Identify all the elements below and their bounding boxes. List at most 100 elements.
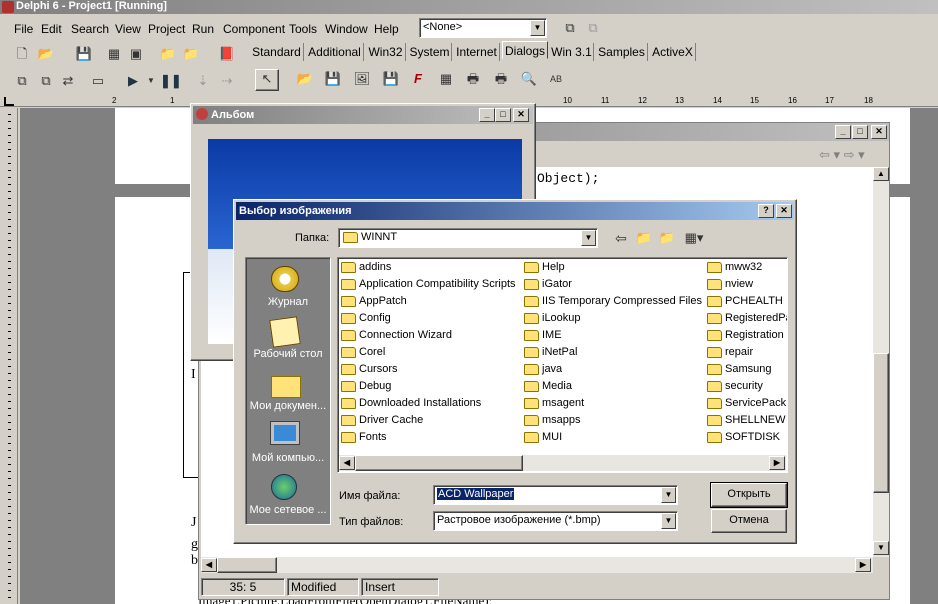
folder-item[interactable]: Registration (707, 327, 787, 344)
tab-dialogs[interactable]: Dialogs (502, 41, 548, 59)
filename-combo[interactable]: ACD Wallpaper ▼ (433, 485, 678, 505)
back-icon[interactable]: ⇦ ▾ ⇨ ▾ (819, 147, 865, 163)
opendialog-icon[interactable]: 📂 (295, 70, 315, 88)
openpicturedialog-icon[interactable]: 🖼 (352, 70, 372, 88)
folder-item[interactable]: Corel (341, 344, 521, 361)
window-close-icon[interactable]: ⧉ (583, 19, 603, 37)
filetype-arrow-icon[interactable]: ▼ (661, 513, 676, 529)
savedialog-icon[interactable]: 💾 (323, 70, 343, 88)
album-minimize-icon[interactable]: _ (479, 108, 495, 122)
folder-item[interactable]: iLookup (524, 310, 704, 327)
folder-item[interactable]: Samsung (707, 361, 787, 378)
replacedialog-icon[interactable]: AB (546, 70, 566, 88)
open-button[interactable]: Открыть (710, 482, 788, 508)
colordialog-icon[interactable]: ▦ (436, 70, 456, 88)
file-list[interactable]: addins Application Compatibility Scripts A… (337, 257, 788, 473)
folder-item[interactable]: Application Compatibility Scripts (341, 276, 521, 293)
folder-item[interactable]: MUI (524, 429, 704, 446)
tab-samples[interactable]: Samples (596, 43, 648, 61)
menu-search[interactable]: Search (71, 20, 109, 38)
tab-win32[interactable]: Win32 (366, 43, 406, 61)
folder-item[interactable]: security (707, 378, 787, 395)
folder-item[interactable]: IME (524, 327, 704, 344)
album-close-icon[interactable]: ✕ (513, 108, 529, 122)
desktop-icon[interactable] (269, 316, 303, 348)
menu-project[interactable]: Project (148, 20, 185, 38)
component-combo[interactable]: <None> ▼ (419, 18, 547, 38)
open-project-icon[interactable]: ▣ (126, 45, 146, 63)
back-arrow-icon[interactable]: ⇦ (611, 229, 631, 247)
tab-standard[interactable]: Standard (250, 43, 304, 61)
menu-run[interactable]: Run (192, 20, 214, 38)
help-book-icon[interactable]: 📕 (217, 45, 237, 63)
filename-value[interactable]: ACD Wallpaper (437, 488, 515, 500)
folder-item[interactable]: Connection Wizard (341, 327, 521, 344)
file-list-h-scrollbar[interactable]: ◀ ▶ (339, 455, 786, 471)
scroll-down-icon[interactable]: ▼ (873, 541, 889, 555)
view-menu-icon[interactable]: ▦▾ (681, 229, 707, 247)
folder-item[interactable]: IIS Temporary Compressed Files (524, 293, 704, 310)
dialog-close-icon[interactable]: ✕ (776, 204, 792, 218)
filetype-combo[interactable]: Растровое изображение (*.bmp) ▼ (433, 511, 678, 531)
folder-item[interactable]: Cursors (341, 361, 521, 378)
album-maximize-icon[interactable]: □ (495, 108, 511, 122)
place-label[interactable]: Журнал (246, 296, 330, 308)
pointer-icon[interactable]: ↖ (255, 69, 279, 91)
folder-item[interactable]: nview (707, 276, 787, 293)
place-label[interactable]: Мой компью... (246, 452, 330, 464)
pause-icon[interactable]: ❚❚ (160, 72, 182, 90)
new-form-icon[interactable]: ▭ (88, 72, 108, 90)
combo-arrow-icon[interactable]: ▼ (530, 20, 545, 36)
my-documents-icon[interactable] (271, 370, 303, 400)
unit-list-icon[interactable]: ⧉ (12, 72, 32, 90)
close-icon[interactable]: ✕ (871, 125, 887, 139)
folder-item[interactable]: Fonts (341, 429, 521, 446)
place-label[interactable]: Рабочий стол (246, 348, 330, 360)
tab-system[interactable]: System (408, 43, 452, 61)
history-icon[interactable] (271, 266, 303, 296)
folder-item[interactable]: Debug (341, 378, 521, 395)
tab-additional[interactable]: Additional (306, 43, 364, 61)
scroll-left-icon[interactable]: ◀ (201, 558, 217, 572)
add-file-icon[interactable]: 📁 (158, 45, 178, 63)
fontdialog-icon[interactable]: F (408, 70, 428, 88)
menu-tools[interactable]: Tools (289, 20, 317, 38)
look-in-combo[interactable]: WINNT ▼ (338, 228, 598, 248)
my-computer-icon[interactable] (270, 421, 303, 452)
filename-arrow-icon[interactable]: ▼ (661, 487, 676, 503)
cancel-button[interactable]: Отмена (711, 509, 787, 533)
save-all-icon[interactable]: ▦ (104, 45, 124, 63)
menu-file[interactable]: File (14, 20, 33, 38)
finddialog-icon[interactable]: 🔍 (519, 70, 539, 88)
folder-item[interactable]: SHELLNEW (707, 412, 787, 429)
up-folder-icon[interactable]: 📁 (634, 229, 654, 247)
folder-item[interactable]: PCHEALTH (707, 293, 787, 310)
new-icon[interactable]: 🗋 (12, 45, 32, 63)
horizontal-scrollbar[interactable]: ◀ ▶ (201, 557, 873, 573)
scroll-thumb[interactable] (873, 353, 889, 493)
form-list-icon[interactable]: ⧉ (36, 72, 56, 90)
folder-item[interactable]: iGator (524, 276, 704, 293)
h-scroll-thumb[interactable] (217, 557, 277, 573)
minimize-icon[interactable]: _ (835, 125, 851, 139)
folder-item[interactable]: msagent (524, 395, 704, 412)
folder-item[interactable]: RegisteredPa (707, 310, 787, 327)
place-label[interactable]: Мои докумен... (246, 400, 330, 412)
toggle-form-icon[interactable]: ⇄ (58, 72, 78, 90)
window-list-icon[interactable]: ⧉ (560, 19, 580, 37)
folder-item[interactable]: Media (524, 378, 704, 395)
trace-into-icon[interactable]: ⇣ (193, 72, 213, 90)
menu-edit[interactable]: Edit (41, 20, 62, 38)
scroll-up-icon[interactable]: ▲ (873, 167, 889, 181)
remove-file-icon[interactable]: 📁 (181, 45, 201, 63)
run-icon[interactable]: ▶ (123, 72, 143, 90)
folder-item[interactable]: java (524, 361, 704, 378)
folder-item[interactable]: AppPatch (341, 293, 521, 310)
tab-internet[interactable]: Internet (454, 43, 500, 61)
folder-item[interactable]: ServicePackF (707, 395, 787, 412)
folder-item[interactable]: repair (707, 344, 787, 361)
file-scroll-thumb[interactable] (355, 455, 523, 471)
menu-view[interactable]: View (115, 20, 141, 38)
savepicturedialog-icon[interactable]: 💾 (381, 70, 401, 88)
folder-item[interactable]: SOFTDISK (707, 429, 787, 446)
